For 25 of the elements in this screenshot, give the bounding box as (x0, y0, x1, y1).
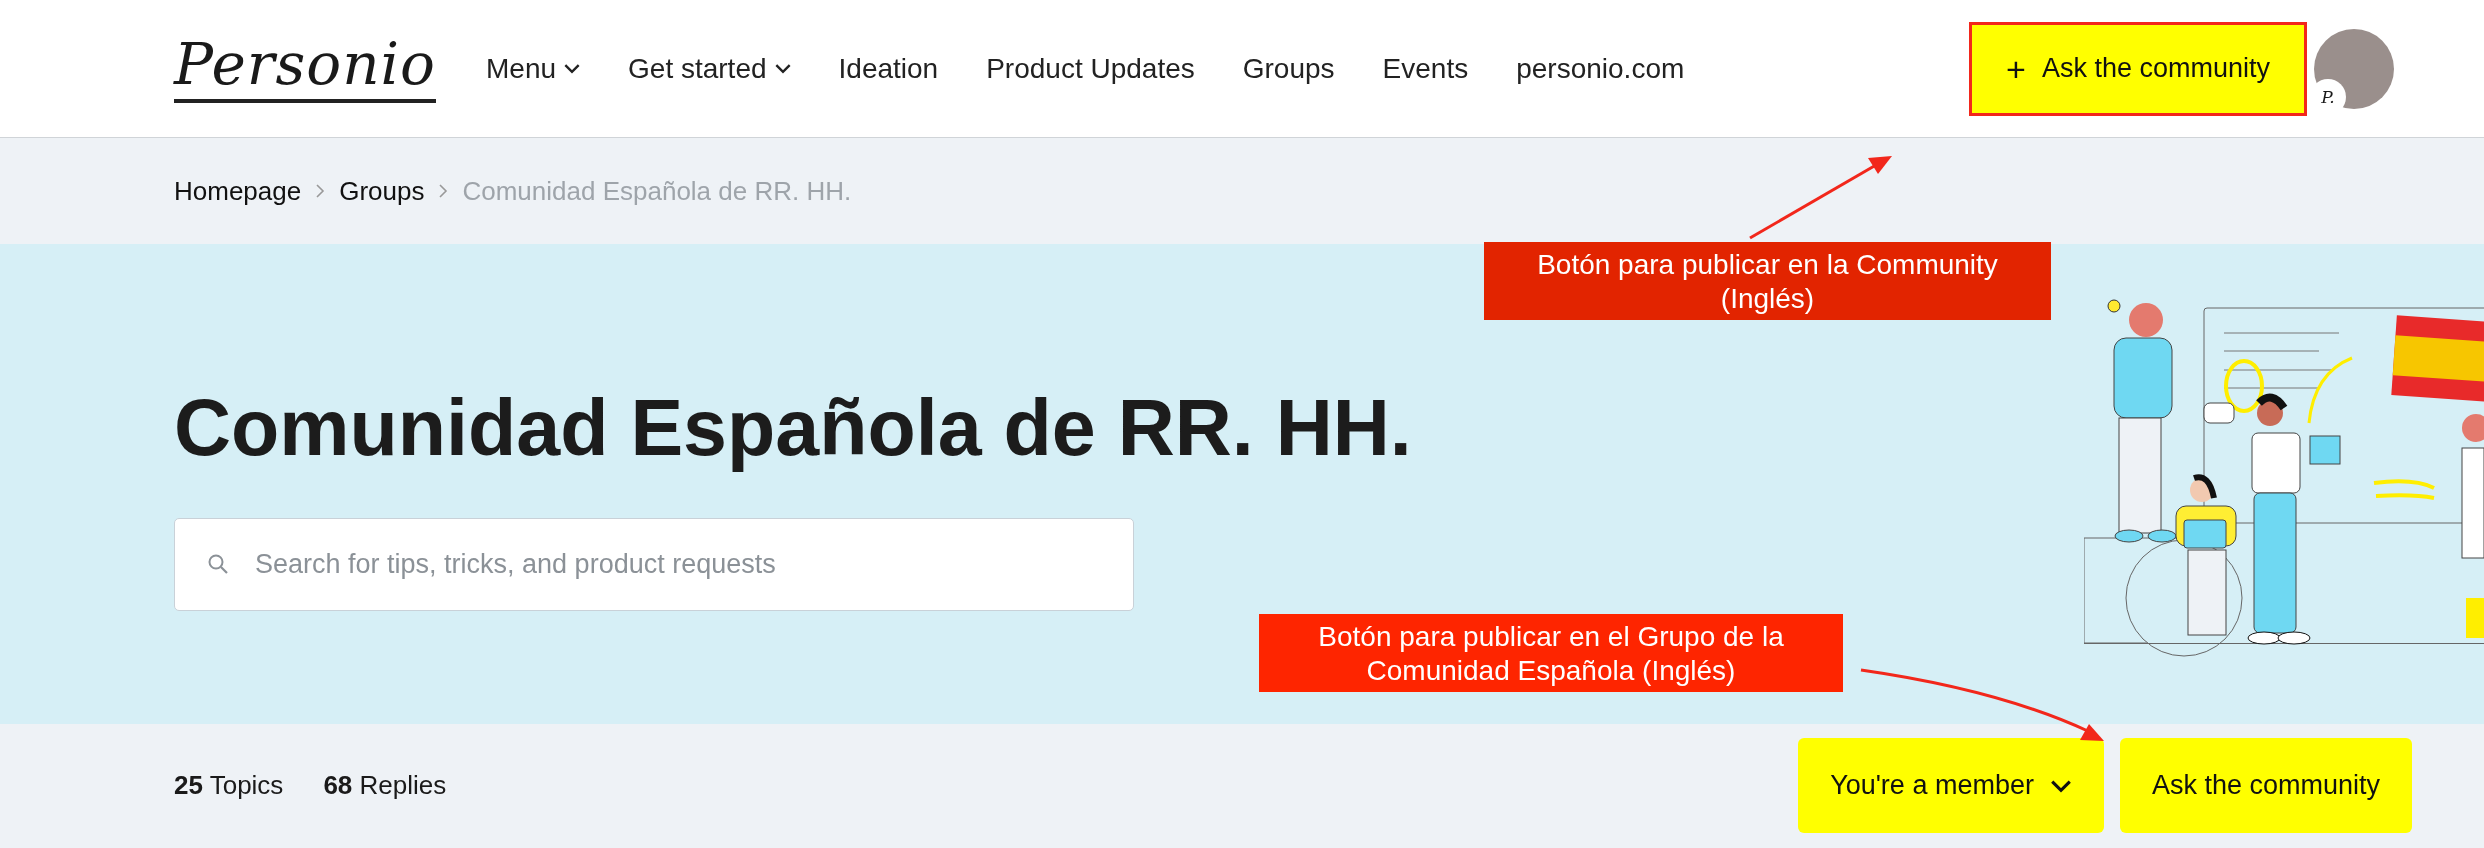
nav-link[interactable]: personio.com (1516, 52, 1685, 85)
chevron-down-icon (564, 63, 581, 74)
nav-link[interactable]: Product Updates (986, 52, 1195, 85)
ask-community-button[interactable]: + Ask the community (1972, 24, 2304, 113)
annotation-callout: Botón para publicar en la Community (Inglés) (1484, 242, 2051, 320)
logo[interactable]: Personio (174, 34, 436, 103)
search-icon (206, 552, 230, 576)
breadcrumb-link[interactable]: Homepage (174, 175, 302, 207)
nav-link[interactable]: Groups (1242, 52, 1335, 85)
membership-dropdown[interactable]: You're a member (1798, 738, 2104, 833)
nav-link[interactable]: Menu (486, 52, 581, 85)
annotation-callout: Botón para publicar en el Grupo de la Comunidad Española (Inglés) (1259, 614, 1843, 692)
breadcrumb-link[interactable]: Groups (339, 175, 425, 207)
group-title: Comunidad Española de RR. HH. (174, 382, 1413, 474)
stat-count: 25 Topics (174, 770, 284, 801)
search-field[interactable]: Search for tips, tricks, and product requests (174, 518, 1134, 611)
chevron-right-icon (438, 183, 449, 199)
ask-community-button[interactable]: Ask the community (2119, 738, 2412, 833)
chevron-down-icon (2049, 778, 2072, 793)
stat-count: 68 Replies (323, 770, 447, 801)
nav-link[interactable]: Events (1382, 52, 1469, 85)
nav-link[interactable]: Get started (628, 52, 791, 85)
chevron-down-icon (774, 63, 791, 74)
chevron-right-icon (315, 183, 326, 199)
nav-link[interactable]: Ideation (838, 52, 939, 85)
